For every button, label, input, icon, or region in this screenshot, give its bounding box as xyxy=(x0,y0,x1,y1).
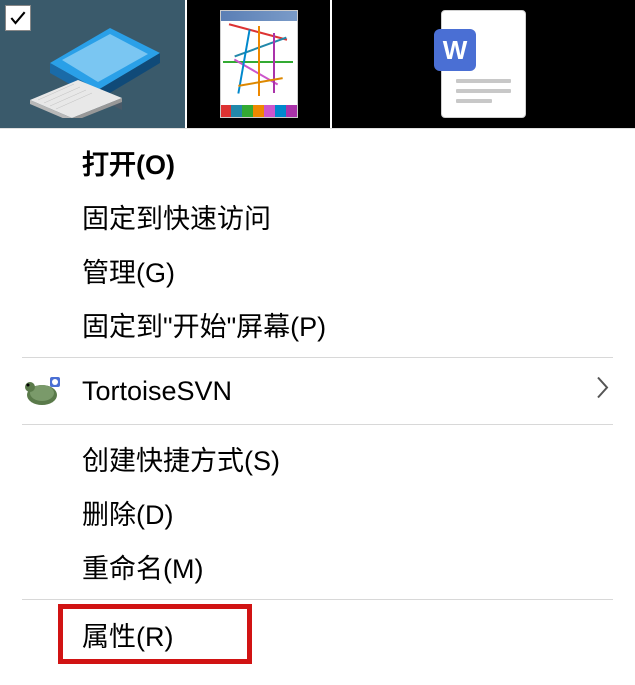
menu-open[interactable]: 打开(O) xyxy=(0,135,635,189)
menu-pin-start[interactable]: 固定到"开始"屏幕(P) xyxy=(0,297,635,351)
thumbnail-this-pc[interactable] xyxy=(0,0,187,128)
menu-create-shortcut[interactable]: 创建快捷方式(S) xyxy=(0,431,635,485)
menu-separator xyxy=(22,599,613,600)
computer-icon xyxy=(30,18,170,123)
menu-manage[interactable]: 管理(G) xyxy=(0,243,635,297)
menu-rename[interactable]: 重命名(M) xyxy=(0,539,635,593)
menu-tortoisesvn-label: TortoiseSVN xyxy=(82,376,232,407)
menu-properties[interactable]: 属性(R) xyxy=(60,606,250,662)
context-menu: 打开(O) 固定到快速访问 管理(G) 固定到"开始"屏幕(P) Tortois… xyxy=(0,128,635,662)
document-icon: W xyxy=(441,10,526,118)
menu-tortoisesvn[interactable]: TortoiseSVN xyxy=(0,364,635,418)
menu-pin-quick-access[interactable]: 固定到快速访问 xyxy=(0,189,635,243)
menu-separator xyxy=(22,357,613,358)
tortoisesvn-icon xyxy=(22,371,62,411)
chevron-right-icon xyxy=(595,375,611,408)
menu-delete[interactable]: 删除(D) xyxy=(0,485,635,539)
thumbnail-map-image[interactable] xyxy=(187,0,332,128)
wps-badge-icon: W xyxy=(434,29,476,71)
thumbnail-document[interactable]: W xyxy=(332,0,635,128)
map-icon xyxy=(220,10,298,118)
thumbnail-row: W xyxy=(0,0,635,128)
check-icon xyxy=(8,8,28,28)
menu-separator xyxy=(22,424,613,425)
thumbnail-checkbox[interactable] xyxy=(5,5,31,31)
